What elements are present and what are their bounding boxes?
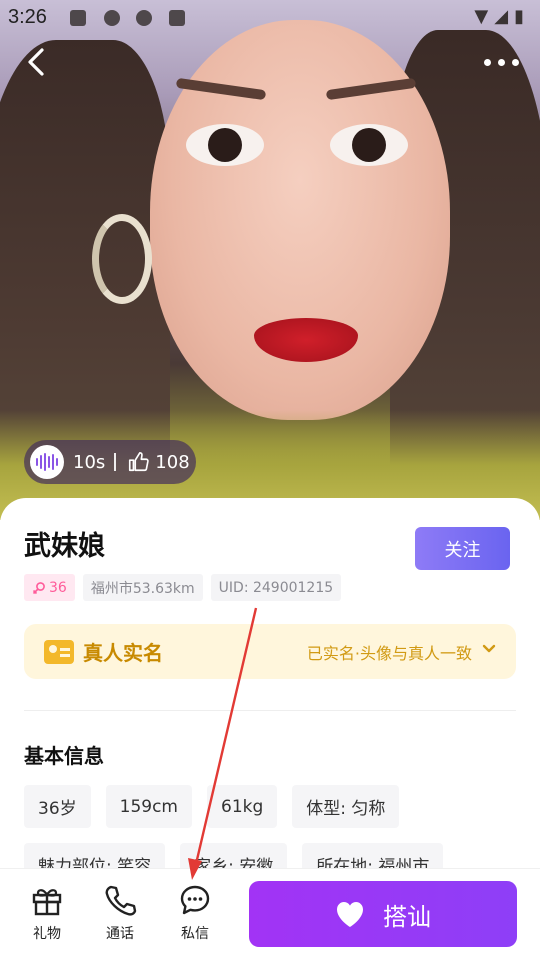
info-chip-height: 159cm — [105, 785, 192, 828]
info-chip-age: 36岁 — [24, 785, 91, 828]
signal-wifi-battery-icon: ▼◢▮ — [474, 6, 530, 27]
voice-wave-icon[interactable] — [30, 445, 64, 479]
info-notification-icon — [136, 10, 152, 26]
voice-likes-pill[interactable]: 10s 108 — [24, 440, 196, 484]
gift-button[interactable]: 礼物 — [17, 883, 77, 943]
profile-card: 武妹娘 关注 36 福州市53.63km UID: 249001215 真人实名… — [0, 498, 540, 886]
photo-earring — [92, 214, 152, 304]
chat-bubble-icon — [180, 885, 210, 915]
call-button[interactable]: 通话 — [90, 883, 150, 943]
pill-divider — [114, 453, 117, 471]
photo-eye-left — [186, 124, 264, 166]
id-card-icon — [44, 639, 74, 664]
location-tag: 福州市53.63km — [82, 574, 203, 601]
message-button[interactable]: 私信 — [165, 883, 225, 943]
basic-info-title: 基本信息 — [24, 744, 104, 768]
real-name-verification-banner[interactable]: 真人实名 已实名·头像与真人一致 — [24, 624, 516, 679]
bottom-action-bar: 礼物 通话 私信 搭讪 — [0, 868, 540, 960]
font-notification-icon — [169, 10, 185, 26]
info-chip-body-type: 体型: 匀称 — [292, 785, 400, 828]
info-chip-weight: 61kg — [207, 785, 278, 828]
more-dot-icon — [484, 59, 491, 66]
verification-title: 真人实名 — [83, 641, 163, 665]
age-value: 36 — [49, 579, 67, 596]
profile-name: 武妹娘 — [24, 531, 105, 562]
heart-icon — [337, 902, 363, 927]
chevron-down-icon[interactable] — [482, 642, 496, 656]
more-dot-icon — [512, 59, 519, 66]
thumbs-up-icon[interactable] — [127, 451, 150, 473]
status-time: 3:26 — [8, 6, 47, 28]
follow-button[interactable]: 关注 — [415, 527, 510, 570]
age-tag: 36 — [24, 574, 75, 601]
gift-label: 礼物 — [33, 926, 61, 942]
verification-description: 已实名·头像与真人一致 — [306, 643, 472, 663]
like-count: 108 — [155, 451, 190, 473]
start-chat-button[interactable]: 搭讪 — [249, 881, 517, 947]
profile-tags: 36 福州市53.63km UID: 249001215 — [24, 574, 342, 601]
phone-icon — [105, 885, 137, 916]
gallery-notification-icon — [70, 10, 86, 26]
photo-eye-right — [330, 124, 408, 166]
app-notification-icon — [104, 10, 120, 26]
status-bar: 3:26 ▼◢▮ — [0, 0, 540, 36]
voice-duration: 10s — [73, 451, 106, 473]
more-options-button[interactable] — [482, 44, 522, 80]
uid-tag[interactable]: UID: 249001215 — [210, 574, 342, 601]
section-divider — [24, 710, 516, 711]
more-dot-icon — [498, 59, 505, 66]
chevron-left-icon — [28, 48, 44, 76]
back-button[interactable] — [20, 42, 56, 82]
gift-icon — [32, 889, 62, 916]
start-chat-label: 搭讪 — [383, 902, 431, 931]
message-label: 私信 — [181, 926, 209, 942]
female-icon — [32, 581, 45, 594]
call-label: 通话 — [106, 926, 134, 942]
